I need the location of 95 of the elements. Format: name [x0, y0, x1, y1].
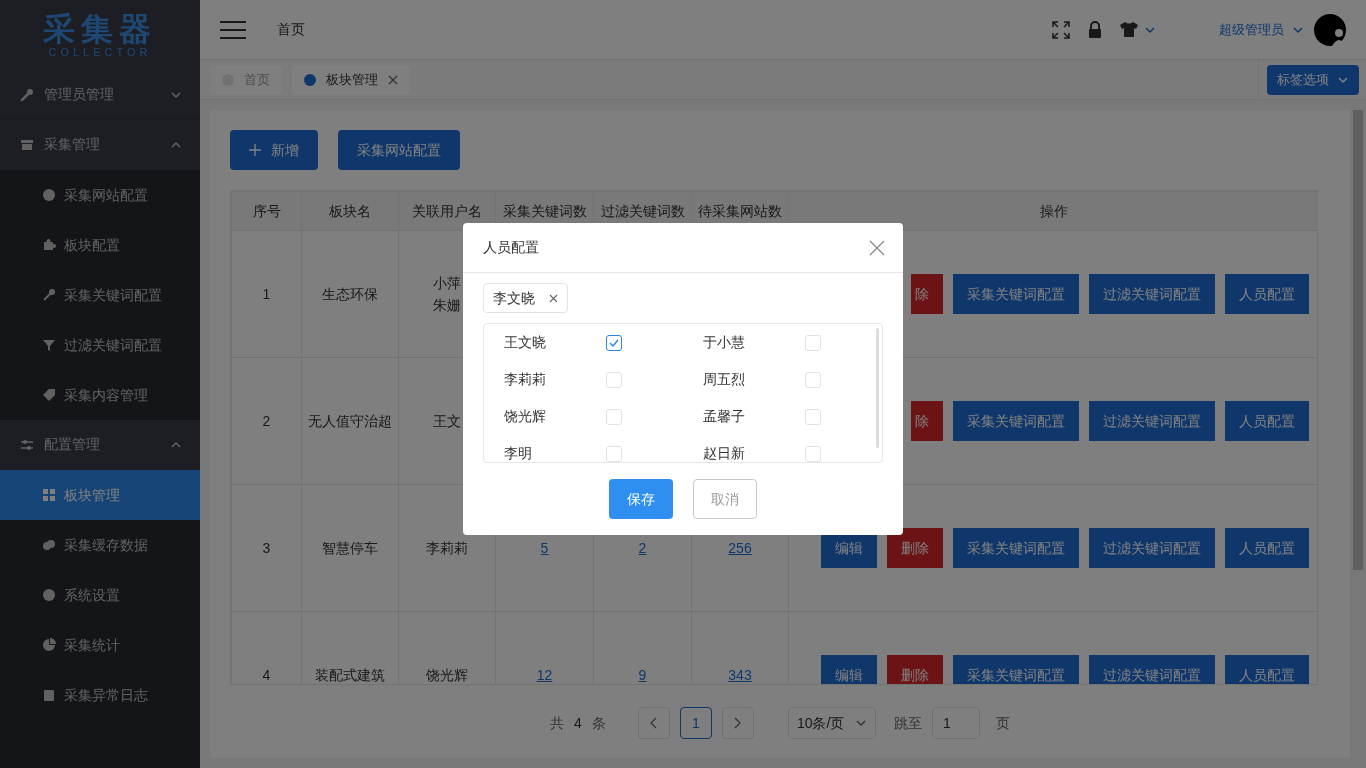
action-button[interactable]: 过滤关键词配置: [1089, 655, 1215, 684]
chevron-down-icon: [170, 89, 182, 100]
delete-button[interactable]: 除: [911, 401, 943, 441]
table-cell: 生态环保: [301, 230, 399, 358]
close-icon[interactable]: [388, 74, 398, 85]
total-count: 4: [574, 713, 582, 733]
chevron-up-icon: [170, 139, 182, 150]
person-name: 赵日新: [703, 444, 746, 462]
action-button[interactable]: 采集关键词配置: [953, 655, 1079, 684]
table-cell: 1: [231, 230, 302, 358]
delete-button[interactable]: 删除: [887, 528, 943, 568]
table-cell: 4: [231, 611, 302, 684]
person-name: 孟馨子: [703, 407, 746, 426]
check-icon: [609, 338, 619, 347]
sidebar-group[interactable]: 管理员管理: [0, 70, 200, 120]
count-link[interactable]: 5: [540, 539, 549, 556]
total-label: 条: [591, 713, 606, 733]
delete-button[interactable]: 除: [911, 274, 943, 314]
person-name: 李明: [504, 444, 533, 462]
table-cell: 2: [231, 357, 302, 485]
page-button[interactable]: 1: [679, 707, 712, 739]
delete-button[interactable]: 删除: [887, 655, 943, 684]
key-icon: [42, 288, 56, 302]
menu-icon[interactable]: [220, 19, 246, 40]
page-tab[interactable]: 板块管理: [292, 64, 410, 95]
action-button[interactable]: 人员配置: [1225, 274, 1309, 314]
cloud-icon: [42, 538, 56, 552]
chevron-down-icon: [1336, 74, 1349, 85]
action-button[interactable]: 采集关键词配置: [953, 274, 1079, 314]
person-name: 于小慧: [703, 333, 746, 352]
plus-icon: [249, 144, 261, 156]
count-link[interactable]: 343: [728, 666, 752, 683]
person-name: 李莉莉: [504, 370, 547, 389]
fullscreen-icon[interactable]: [1052, 20, 1070, 39]
action-button[interactable]: 采集关键词配置: [953, 401, 1079, 441]
toolbar-button[interactable]: 采集网站配置: [338, 130, 460, 170]
chevron-right-icon: [733, 717, 743, 729]
chevron-down-icon[interactable]: [1144, 24, 1156, 35]
chevron-down-icon[interactable]: [1292, 24, 1304, 35]
logo-title: 采集器: [43, 12, 157, 46]
action-button[interactable]: 人员配置: [1225, 528, 1309, 568]
selected-tag[interactable]: 李文晓: [483, 283, 568, 313]
previous-page-button[interactable]: [637, 707, 670, 739]
funnel-icon: [42, 338, 56, 352]
close-icon[interactable]: [549, 293, 558, 303]
jump-label: 页: [995, 713, 1010, 733]
breadcrumb-link[interactable]: 首页: [277, 19, 305, 40]
page-input[interactable]: 1: [931, 707, 980, 739]
table-cell: 智慧停车: [301, 484, 399, 612]
action-button[interactable]: 过滤关键词配置: [1089, 401, 1215, 441]
table-cell: 3: [231, 484, 302, 612]
chevron-down-icon: [854, 718, 867, 728]
chevron-up-icon: [170, 439, 182, 450]
chevron-left-icon: [649, 717, 659, 729]
tab-options-button[interactable]: 标签选项: [1266, 64, 1359, 95]
shirt-icon[interactable]: [1119, 21, 1139, 38]
avatar-icon[interactable]: [1314, 13, 1346, 46]
page-size-select[interactable]: 10条/页: [787, 707, 876, 739]
action-button[interactable]: 过滤关键词配置: [1089, 274, 1215, 314]
close-icon[interactable]: [869, 239, 885, 256]
lock-icon[interactable]: [1087, 20, 1103, 39]
puzzle-icon: [42, 238, 56, 252]
column-header: 板块名: [301, 191, 399, 231]
action-button[interactable]: 人员配置: [1225, 401, 1309, 441]
sliders-icon: [20, 437, 34, 452]
add-button[interactable]: 新增: [230, 130, 318, 170]
sidebar-item[interactable]: 板块管理: [0, 470, 200, 520]
sidebar-group[interactable]: 采集管理: [0, 120, 200, 170]
wrench-icon: [20, 87, 34, 102]
save-button[interactable]: 保存: [609, 479, 673, 519]
person-name: 王文晓: [504, 333, 547, 352]
action-button[interactable]: 过滤关键词配置: [1089, 528, 1215, 568]
total-label: 共: [550, 713, 565, 733]
count-link[interactable]: 256: [728, 539, 752, 556]
grid-icon: [42, 488, 56, 502]
person-name: 周五烈: [703, 370, 746, 389]
count-link[interactable]: 12: [536, 666, 553, 683]
table-cell: 无人值守治超: [301, 357, 399, 485]
tag-icon: [42, 388, 56, 402]
user-menu[interactable]: 超级管理员: [1219, 19, 1284, 40]
action-button[interactable]: 采集关键词配置: [953, 528, 1079, 568]
count-link[interactable]: 2: [638, 539, 647, 556]
cancel-button[interactable]: 取消: [693, 479, 757, 519]
action-button[interactable]: 人员配置: [1225, 655, 1309, 684]
next-page-button[interactable]: [721, 707, 754, 739]
count-link[interactable]: 9: [638, 666, 647, 683]
checkbox[interactable]: [606, 334, 622, 351]
pie-chart-icon: [42, 638, 56, 652]
person-name: 饶光辉: [504, 407, 547, 426]
box-icon: [20, 137, 34, 152]
column-header: 序号: [231, 191, 302, 231]
logo-subtitle: COLLECTOR: [48, 46, 152, 58]
action-button[interactable]: 编辑: [821, 655, 877, 684]
jump-label: 跳至: [893, 713, 922, 733]
sidebar-group[interactable]: 配置管理: [0, 420, 200, 470]
